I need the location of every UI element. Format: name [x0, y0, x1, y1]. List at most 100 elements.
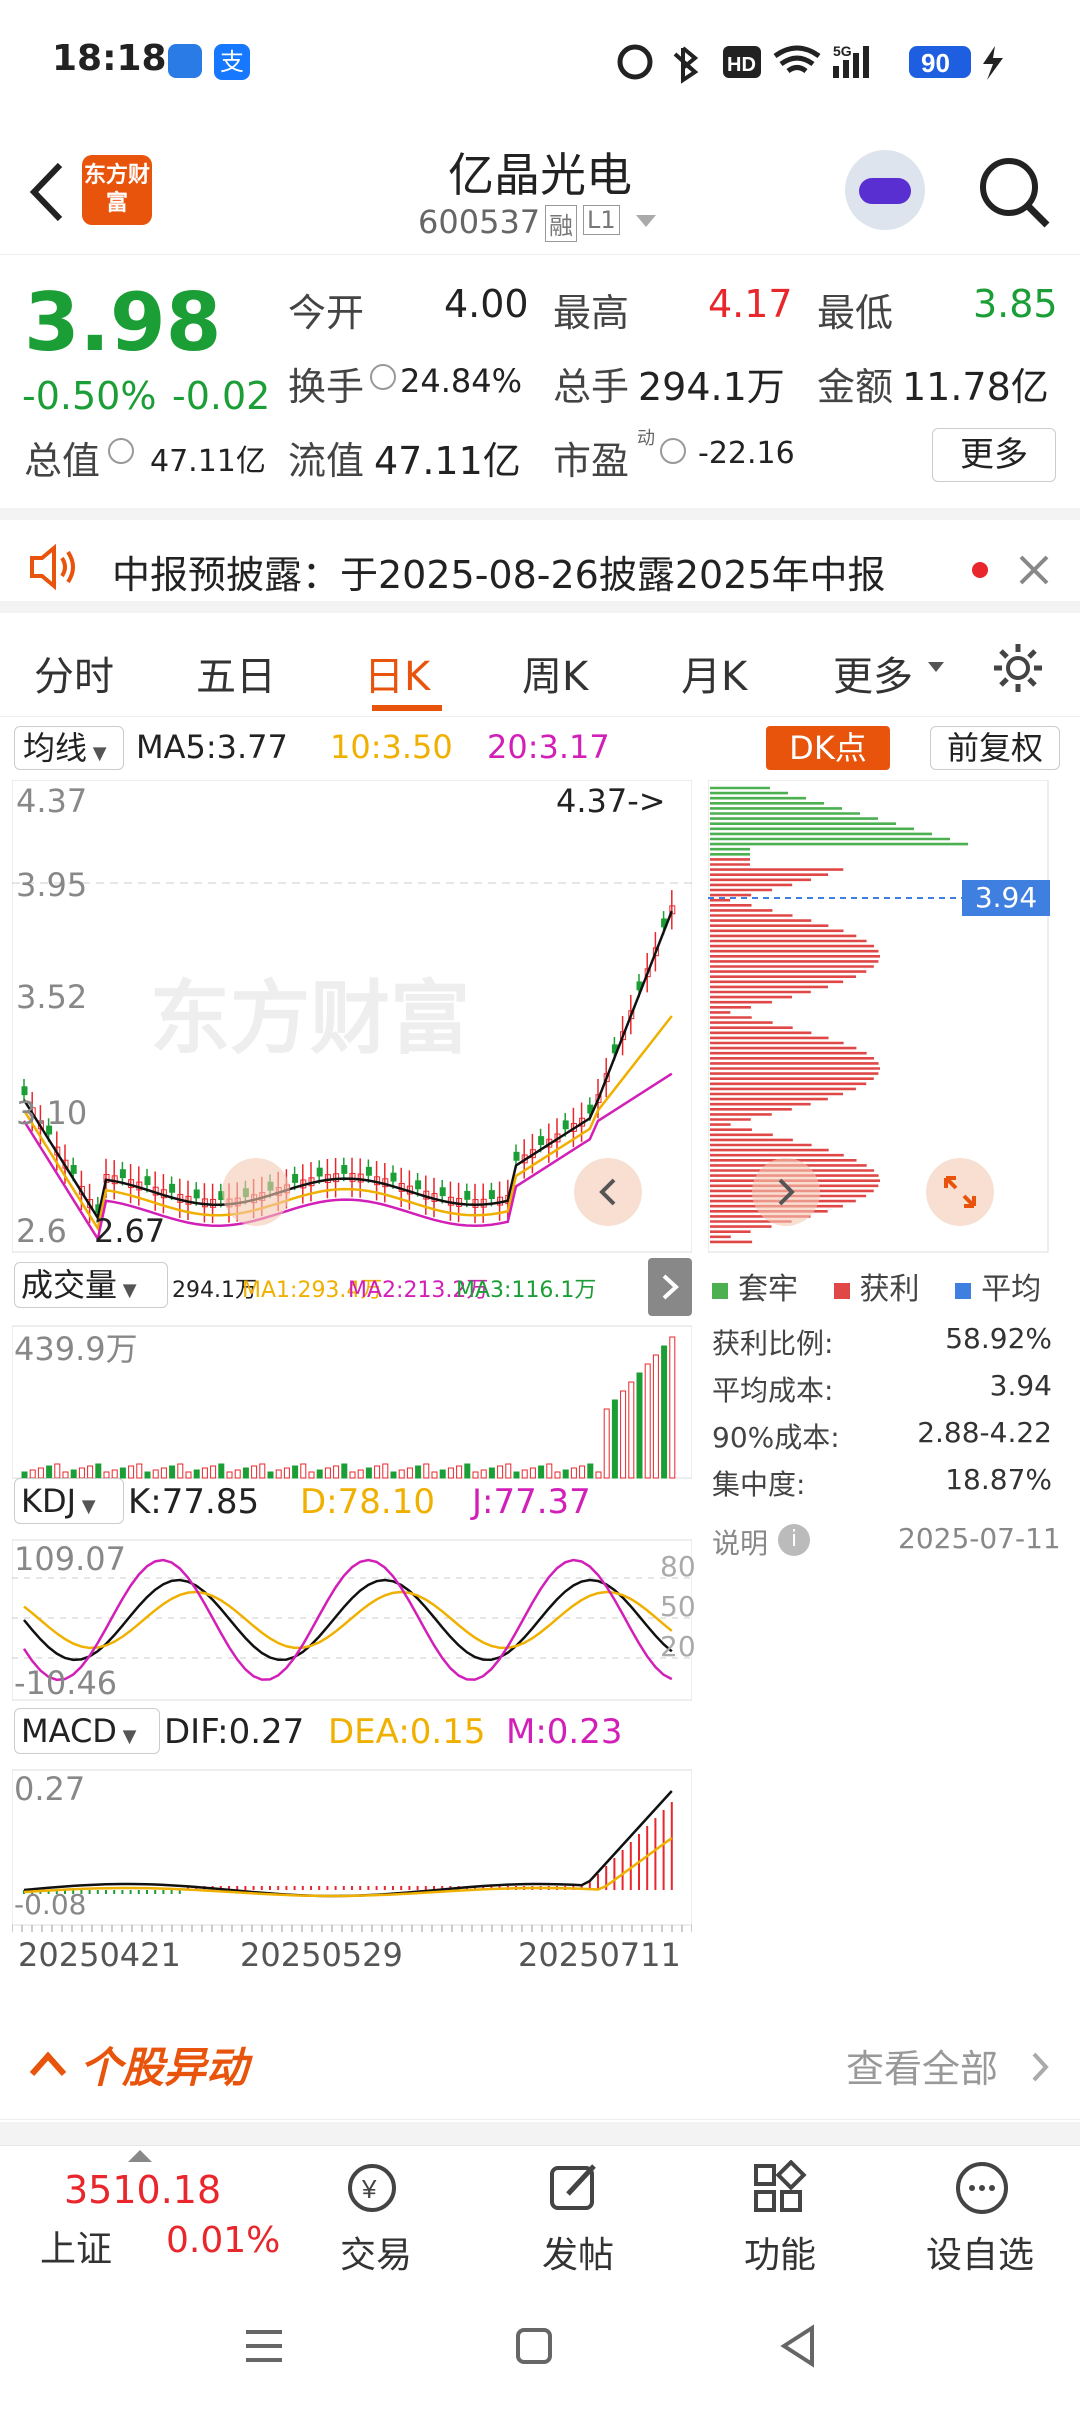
chip-stat-value: 3.94 — [989, 1369, 1052, 1402]
info-icon[interactable]: i — [778, 1524, 810, 1556]
dropdown-icon[interactable] — [636, 215, 656, 229]
tab-weekly-k[interactable]: 周K — [522, 644, 588, 702]
search-icon[interactable] — [975, 153, 1055, 233]
float-label: 流值 — [288, 439, 365, 483]
home-icon[interactable] — [514, 2326, 554, 2366]
volume-bar — [210, 1465, 217, 1479]
close-icon[interactable] — [1018, 554, 1050, 586]
volume-bar — [128, 1465, 135, 1479]
candle-body — [390, 1172, 397, 1182]
volume-bar — [349, 1471, 356, 1479]
chip-stat-label: 集中度: — [712, 1468, 806, 1501]
candle-body — [513, 1151, 520, 1161]
volume-select[interactable]: 成交量 ▼ — [14, 1262, 168, 1308]
ma10-value: 10:3.50 — [330, 728, 453, 766]
prev-icon[interactable] — [752, 1158, 820, 1226]
volume-bar — [95, 1463, 102, 1479]
chip-stat-value: 2.88-4.22 — [917, 1416, 1052, 1449]
tab-five-day[interactable]: 五日 — [196, 644, 276, 702]
post-button[interactable]: 发帖 — [524, 2154, 624, 2276]
dk-points-button[interactable]: DK点 — [766, 726, 890, 770]
change-pct: -0.50% — [22, 374, 157, 418]
chip-stat-row: 平均成本: 3.94 — [712, 1369, 1052, 1409]
high-marker: 4.37-> — [556, 782, 666, 820]
gear-icon[interactable] — [990, 640, 1046, 696]
volume-bar — [283, 1467, 290, 1479]
ma-select[interactable]: 均线 ▼ — [14, 726, 124, 770]
status-icons: HD 5G 90 — [617, 43, 1003, 84]
volume-bar — [365, 1467, 372, 1479]
kdj-ymin: -10.46 — [14, 1664, 118, 1702]
index-change[interactable]: 0.01% — [166, 2220, 280, 2261]
current-price: 3.98 — [24, 276, 222, 369]
back-icon[interactable] — [778, 2324, 818, 2368]
info-icon[interactable] — [370, 364, 396, 390]
quote-panel: 3.98 -0.50% -0.02 今开 4.00 最高 4.17 最低 3.8… — [0, 256, 1080, 506]
index-value[interactable]: 3510.18 — [64, 2168, 221, 2212]
amount-value: 11.78亿 — [902, 365, 1049, 409]
kdj-d: D:78.10 — [300, 1482, 435, 1522]
avg-cost-tag: 3.94 — [962, 880, 1050, 916]
add-watchlist-button[interactable]: 设自选 — [918, 2154, 1048, 2276]
volume-bar — [611, 1399, 618, 1479]
macd-select[interactable]: MACD ▼ — [14, 1708, 160, 1754]
scroll-left-icon[interactable] — [222, 1158, 290, 1226]
chevron-up-icon[interactable] — [28, 2050, 68, 2078]
volume-bar — [119, 1467, 126, 1479]
kdj-select[interactable]: KDJ ▼ — [14, 1478, 124, 1524]
robot-avatar-icon[interactable] — [845, 150, 925, 230]
volume-bar — [259, 1463, 266, 1479]
volume-label: 总手 — [553, 365, 630, 409]
expand-icon[interactable] — [926, 1158, 994, 1226]
volume-bar — [37, 1467, 44, 1479]
expand-panel-icon[interactable] — [648, 1258, 692, 1316]
notice-bar[interactable]: 中报预披露：于2025-08-26披露2025年中报 — [0, 508, 1080, 613]
add-watchlist-label: 设自选 — [926, 2235, 1035, 2276]
tab-monthly-k[interactable]: 月K — [681, 644, 747, 702]
volume-bar — [324, 1467, 331, 1479]
tab-daily-k[interactable]: 日K — [364, 644, 430, 702]
volume-bar — [160, 1467, 167, 1479]
pe-label: 市盈 — [553, 439, 630, 483]
more-button[interactable]: 更多 — [932, 428, 1056, 482]
macd-m: M:0.23 — [506, 1712, 623, 1752]
volume-bar — [423, 1463, 430, 1479]
volume-bar — [513, 1471, 520, 1479]
chip-stat-value: 18.87% — [945, 1463, 1052, 1496]
volume-bar — [78, 1467, 85, 1479]
chip-stat-row: 90%成本: 2.88-4.22 — [712, 1416, 1052, 1456]
volume-bar — [382, 1463, 389, 1479]
candle-body — [365, 1166, 372, 1176]
volume-ymax: 439.9万 — [14, 1330, 138, 1368]
unread-dot — [972, 562, 988, 578]
view-all-link[interactable]: 查看全部 — [846, 2038, 998, 2093]
volume-bar — [87, 1465, 94, 1479]
adjust-button[interactable]: 前复权 — [930, 726, 1060, 770]
kdj-ymax: 109.07 — [14, 1540, 126, 1578]
chevron-right-icon[interactable] — [1030, 2050, 1050, 2084]
tab-more[interactable]: 更多 — [833, 644, 913, 702]
index-name[interactable]: 上证 — [40, 2220, 112, 2272]
open-value: 4.00 — [444, 282, 529, 326]
chip-note-label[interactable]: 说明 — [712, 1522, 768, 1562]
level-tag: L1 — [583, 205, 620, 235]
info-icon[interactable] — [108, 438, 134, 464]
tab-intraday[interactable]: 分时 — [34, 644, 114, 702]
chip-stat-label: 获利比例: — [712, 1327, 834, 1360]
volume-bar — [201, 1467, 208, 1479]
functions-button[interactable]: 功能 — [728, 2154, 828, 2276]
candle-body — [169, 1183, 176, 1193]
volume-bar — [472, 1471, 479, 1479]
functions-label: 功能 — [744, 2235, 817, 2276]
edit-icon — [550, 2164, 596, 2210]
volume-bar — [546, 1463, 553, 1479]
info-icon[interactable] — [660, 438, 686, 464]
menu-icon[interactable] — [244, 2326, 284, 2366]
scroll-right-icon[interactable] — [574, 1158, 642, 1226]
volume-bar — [29, 1469, 36, 1479]
movement-section[interactable]: 个股异动 查看全部 — [0, 2010, 1080, 2120]
low-value: 3.85 — [973, 282, 1058, 326]
alarm-icon — [617, 44, 653, 80]
volume-bar — [136, 1463, 143, 1479]
trade-button[interactable]: ¥ 交易 — [322, 2154, 422, 2276]
